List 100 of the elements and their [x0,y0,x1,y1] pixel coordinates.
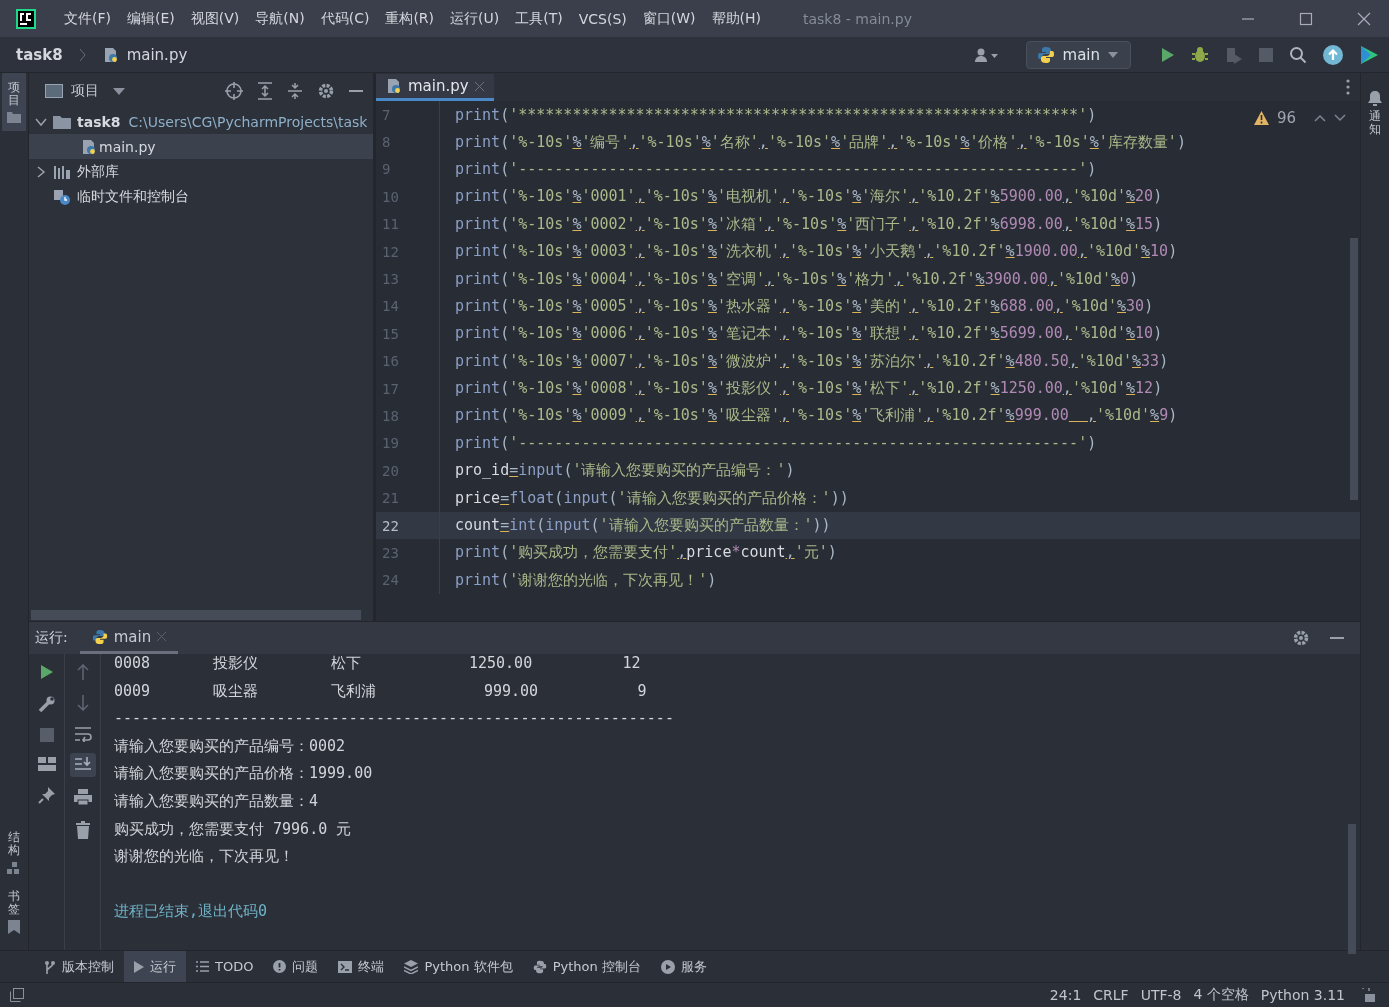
status-item[interactable]: UTF-8 [1140,987,1182,1003]
user-icon[interactable] [973,46,1000,63]
run-icon[interactable] [1159,46,1175,63]
more-icon[interactable] [1346,79,1350,95]
soft-wrap-icon[interactable] [73,726,92,742]
console-line: 请输入您要购买的产品编号：0002 [114,735,347,757]
menu-item[interactable]: 代码(C) [312,9,378,28]
maximize-icon[interactable] [1299,11,1313,26]
python-icon [1036,45,1055,64]
scrollbar[interactable] [1350,238,1358,500]
menu-item[interactable]: 编辑(E) [119,9,183,28]
line-number: 22 [376,511,440,540]
code-line: print('%-10s'%'0008','%-10s'%'投影仪','%-10s'%'松下','%10.2f'%1250.00,'%10d'%12) [454,379,1163,399]
dropdown-caret-icon[interactable] [113,87,125,95]
tool-tab[interactable]: 问题 [263,951,329,982]
tree-item[interactable]: main.py [99,138,156,155]
breadcrumb-item[interactable]: main.py [126,45,188,64]
menu-item[interactable]: 帮助(H) [703,9,769,28]
layout-icon[interactable] [37,757,56,771]
tool-tab[interactable]: Python 控制台 [522,951,651,982]
chevron-down-icon[interactable] [1334,114,1346,122]
code-line: print('%-10s'%'0006','%-10s'%'笔记本','%-10s'%'联想','%10.2f'%5699.00,'%10d'%10) [454,324,1163,344]
bell-icon [1368,91,1382,106]
status-item[interactable]: 4 个空格 [1193,986,1249,1004]
panel-toggle-icon[interactable] [10,988,24,1002]
line-number: 24 [376,566,440,595]
tool-window-button[interactable]: 结构 [2,823,26,882]
library-icon [53,164,71,179]
menu-item[interactable]: 工具(T) [507,9,571,28]
scrollbar[interactable] [1348,824,1356,954]
code-line: print('--------------------------------------------------------------') [454,434,1097,453]
settings-icon[interactable] [317,82,335,100]
console-line: 请输入您要购买的产品价格：1999.00 [114,763,374,785]
scroll-to-end-icon[interactable] [69,753,96,777]
tool-tab[interactable]: 终端 [328,951,395,982]
status-item[interactable]: Python 3.11 [1260,987,1345,1003]
editor-tab[interactable]: main.py [376,74,494,101]
scrollbar[interactable] [31,610,361,620]
code-line: print('%-10s'%'0007','%-10s'%'微波炉','%-10s'%'苏泊尔','%10.2f'%480.50,'%10d'%33) [454,351,1169,371]
breadcrumb-item[interactable]: task8 [16,45,63,64]
close-icon[interactable] [1357,11,1371,26]
menu-item[interactable]: 视图(V) [182,9,248,28]
pin-icon[interactable] [37,786,56,804]
run-tab[interactable]: main [79,622,179,654]
tool-window-button[interactable]: 通知 [1363,83,1387,145]
scratch-file-icon [53,188,71,205]
code-line: print('%-10s'%'0003','%-10s'%'洗衣机','%-10s'%'小天鹅','%10.2f'%1900.00,'%10d'%10) [454,242,1178,262]
menu-item[interactable]: 重构(R) [377,9,443,28]
chevron-up-icon[interactable] [1314,114,1326,122]
panel-title: 运行: [35,629,68,647]
collapse-all-icon[interactable] [287,82,303,100]
tree-item[interactable]: 外部库 [77,162,119,181]
folder-icon [7,111,21,124]
tree-row[interactable]: main.py [29,134,373,159]
line-number: 11 [376,210,440,238]
search-icon[interactable] [1289,45,1307,64]
tool-tab[interactable]: TODO [186,951,264,982]
wrench-icon[interactable] [37,695,56,713]
panel-title[interactable]: 项目 [71,82,99,100]
status-item[interactable]: CRLF [1093,987,1129,1003]
line-number: 13 [376,265,440,293]
target-icon[interactable] [225,82,243,100]
warning-icon[interactable] [1253,111,1269,125]
trash-icon[interactable] [75,821,90,839]
menu-item[interactable]: 窗口(W) [634,9,704,28]
plugin-logo-icon[interactable] [1359,44,1379,65]
minimize-panel-icon[interactable] [1330,636,1344,640]
run-icon[interactable] [39,664,54,680]
warning-count[interactable]: 96 [1276,109,1296,127]
tool-tab[interactable]: Python 软件包 [394,951,523,982]
run-config-dropdown[interactable]: main [1025,40,1131,69]
tool-tab[interactable]: 版本控制 [34,951,124,982]
line-number: 10 [376,183,440,211]
tree-item[interactable]: task8 [77,113,121,130]
folder-icon [53,114,71,129]
menu-item[interactable]: 文件(F) [56,9,119,28]
menu-item[interactable]: 运行(U) [442,9,508,28]
tool-tab[interactable]: 服务 [650,951,717,982]
print-icon[interactable] [73,788,92,806]
layers-icon [404,959,419,974]
tool-window-button[interactable]: 书签 [2,881,26,942]
tool-tab[interactable]: 运行 [124,951,186,982]
expand-all-icon[interactable] [257,82,273,100]
menu-item[interactable]: 导航(N) [247,9,313,28]
line-number: 8 [376,128,440,156]
code-line: print('谢谢您的光临，下次再见！') [454,570,717,590]
line-number: 7 [376,101,440,129]
status-item[interactable]: 24:1 [1049,987,1082,1003]
python-icon [91,628,108,645]
console-line: 进程已结束,退出代码0 [114,901,269,923]
code-line: print('%-10s'%'0004','%-10s'%'空调','%-10s'%'格力','%10.2f'%3900.00,'%10d'%0) [454,269,1139,289]
bug-icon[interactable] [1191,45,1209,64]
update-icon[interactable] [1323,44,1343,65]
line-number: 12 [376,237,440,266]
minimize-panel-icon[interactable] [349,89,363,93]
menu-item[interactable]: VCS(S) [570,10,635,27]
tool-window-button[interactable]: 项目 [2,73,26,132]
python-file-icon [386,78,402,94]
settings-icon[interactable] [1292,629,1310,647]
tree-item[interactable]: 临时文件和控制台 [77,187,189,206]
